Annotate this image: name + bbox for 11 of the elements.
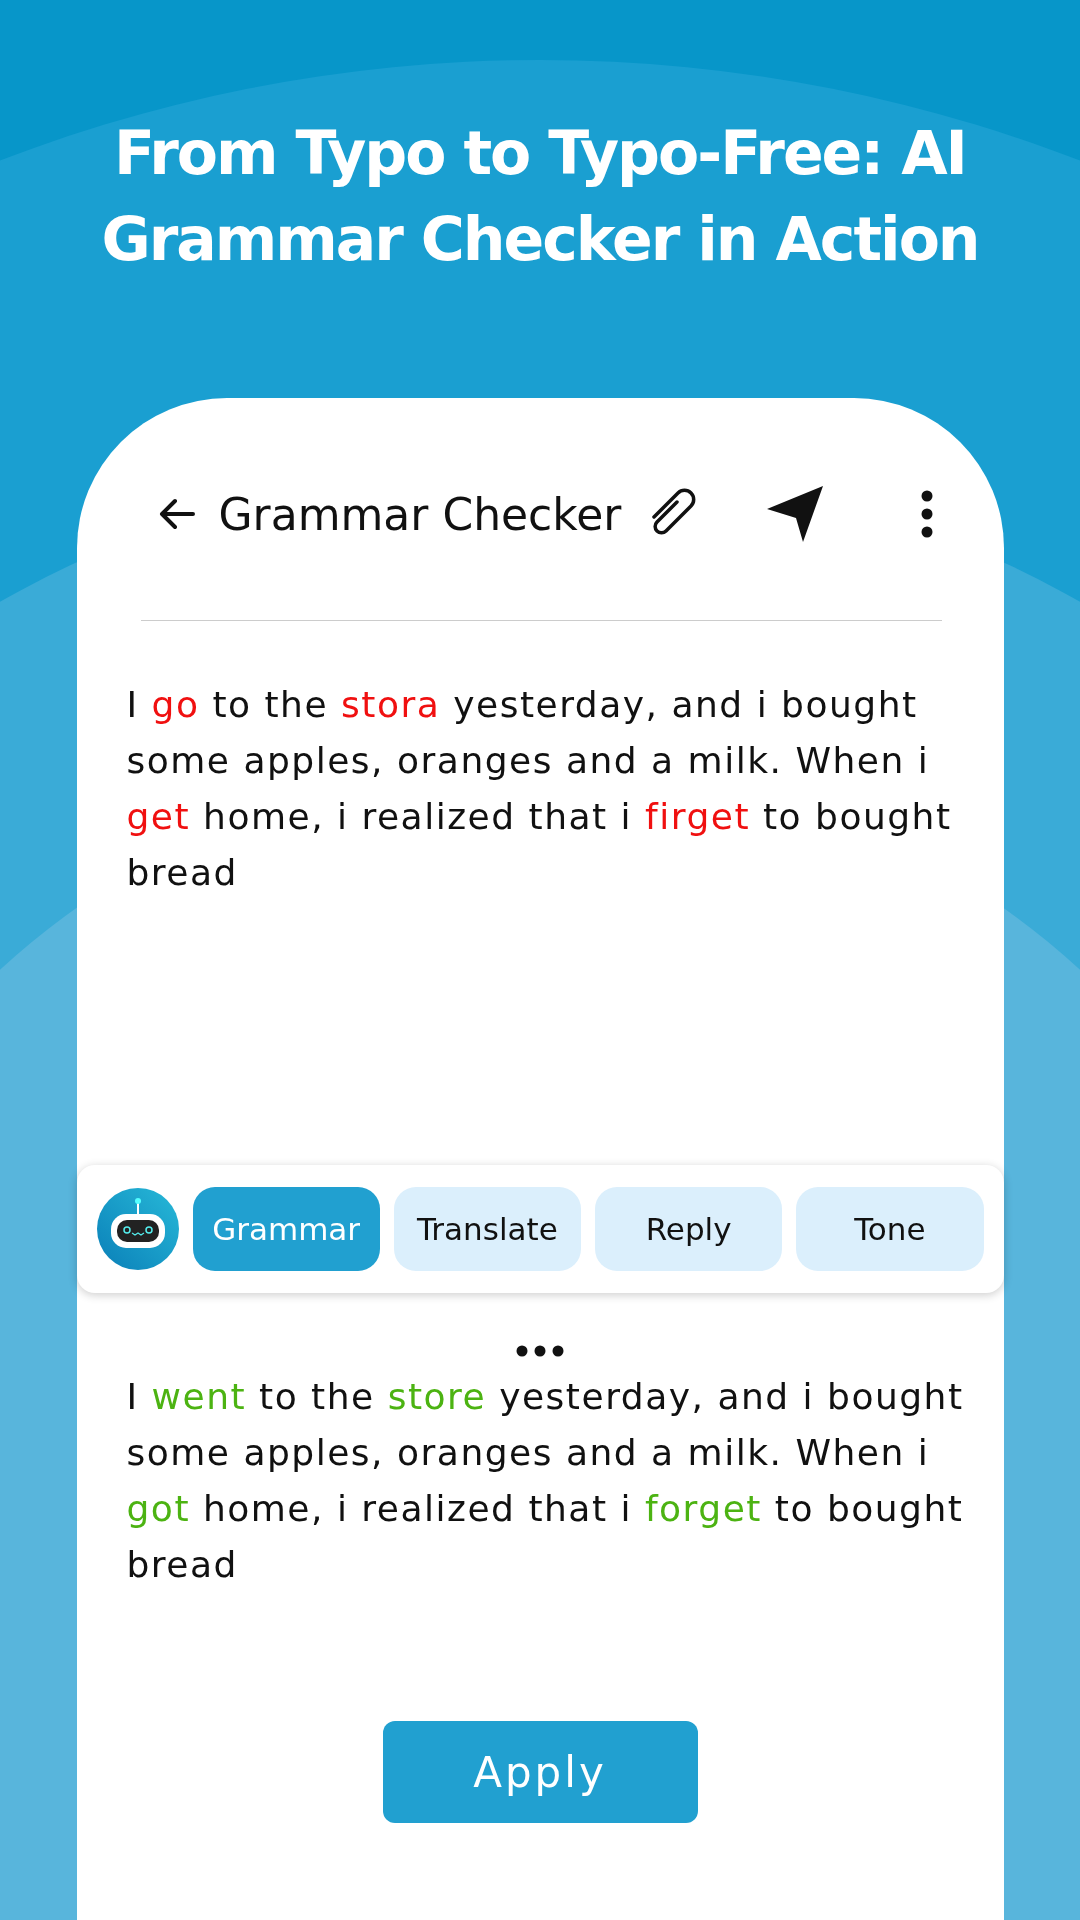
input-text: I go to the stora yesterday, and i bought some apples, oranges and a milk. When i get home, i realized that i firget to bought bread	[126, 683, 953, 895]
tool-tab[interactable]: Tone	[796, 1187, 984, 1271]
more-options-icon[interactable]	[919, 490, 934, 538]
send-icon[interactable]	[765, 484, 826, 544]
tool-tab[interactable]: Reply	[595, 1187, 783, 1271]
tool-tab[interactable]: Translate	[393, 1187, 581, 1271]
robot-avatar-icon	[96, 1188, 179, 1270]
screen-title: Grammar Checker	[218, 488, 622, 540]
headline: From Typo to Typo-Free: AI Grammar Checker in Action	[100, 117, 980, 276]
corrected-text: I went to the store yesterday, and i bought some apples, oranges and a milk. When i got home, i realized that i forget to bought bread	[126, 1375, 965, 1587]
ellipsis-icon	[516, 1345, 564, 1357]
